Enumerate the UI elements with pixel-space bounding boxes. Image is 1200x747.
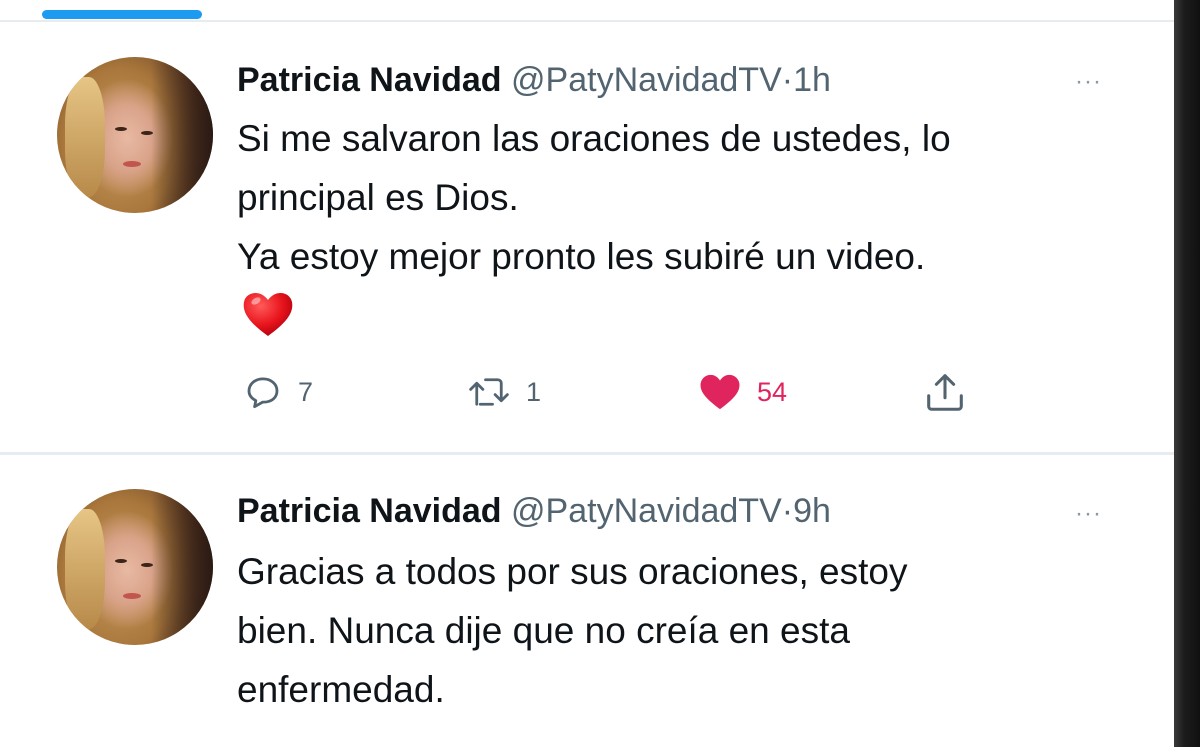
tweet[interactable]: Patricia Navidad @PatyNavidadTV·1h ··· S… bbox=[0, 22, 1174, 452]
timestamp[interactable]: 1h bbox=[793, 61, 831, 99]
tweet-text-line: Gracias a todos por sus oraciones, estoy bbox=[237, 551, 908, 592]
like-icon bbox=[700, 374, 740, 410]
display-name[interactable]: Patricia Navidad bbox=[237, 61, 502, 99]
reply-button[interactable]: 7 bbox=[242, 366, 313, 418]
tweet-text-line: Ya estoy mejor pronto les subiré un vide… bbox=[237, 236, 926, 277]
red-heart-emoji bbox=[243, 293, 293, 336]
timestamp[interactable]: 9h bbox=[793, 492, 831, 530]
like-button[interactable]: 54 bbox=[697, 366, 787, 418]
reply-icon bbox=[247, 377, 279, 409]
separator-dot: · bbox=[781, 492, 794, 530]
user-handle[interactable]: @PatyNavidadTV bbox=[511, 61, 782, 99]
tweet-text: Si me salvaron las oraciones de ustedes,… bbox=[237, 109, 1137, 286]
avatar[interactable] bbox=[57, 489, 213, 645]
more-icon[interactable]: ··· bbox=[1075, 70, 1102, 94]
avatar[interactable] bbox=[57, 57, 213, 213]
tweet-header: Patricia Navidad @PatyNavidadTV·9h bbox=[237, 491, 831, 531]
reply-count: 7 bbox=[298, 376, 314, 407]
tweet[interactable]: Patricia Navidad @PatyNavidadTV·9h ··· G… bbox=[0, 456, 1174, 747]
active-tab-indicator bbox=[42, 10, 202, 19]
share-icon bbox=[927, 374, 963, 411]
tweet-text: Gracias a todos por sus oraciones, estoy… bbox=[237, 542, 1137, 719]
tweet-text-line: Si me salvaron las oraciones de ustedes,… bbox=[237, 118, 951, 159]
retweet-count: 1 bbox=[526, 376, 542, 407]
tweet-text-line: bien. Nunca dije que no creía en esta bbox=[237, 610, 850, 651]
tweet-divider bbox=[0, 452, 1174, 455]
tweet-actions: 7 1 54 bbox=[0, 366, 1174, 418]
user-handle[interactable]: @PatyNavidadTV bbox=[511, 492, 782, 530]
right-edge-border bbox=[1174, 0, 1200, 747]
display-name[interactable]: Patricia Navidad bbox=[237, 492, 502, 530]
like-count: 54 bbox=[757, 376, 788, 407]
more-icon[interactable]: ··· bbox=[1075, 502, 1102, 526]
tweet-text-line: principal es Dios. bbox=[237, 177, 519, 218]
separator-dot: · bbox=[781, 61, 794, 99]
tweet-header: Patricia Navidad @PatyNavidadTV·1h bbox=[237, 60, 831, 100]
retweet-button[interactable]: 1 bbox=[466, 366, 541, 418]
retweet-icon bbox=[469, 378, 509, 406]
share-button[interactable] bbox=[922, 366, 968, 418]
tweet-text-line: enfermedad. bbox=[237, 669, 445, 710]
